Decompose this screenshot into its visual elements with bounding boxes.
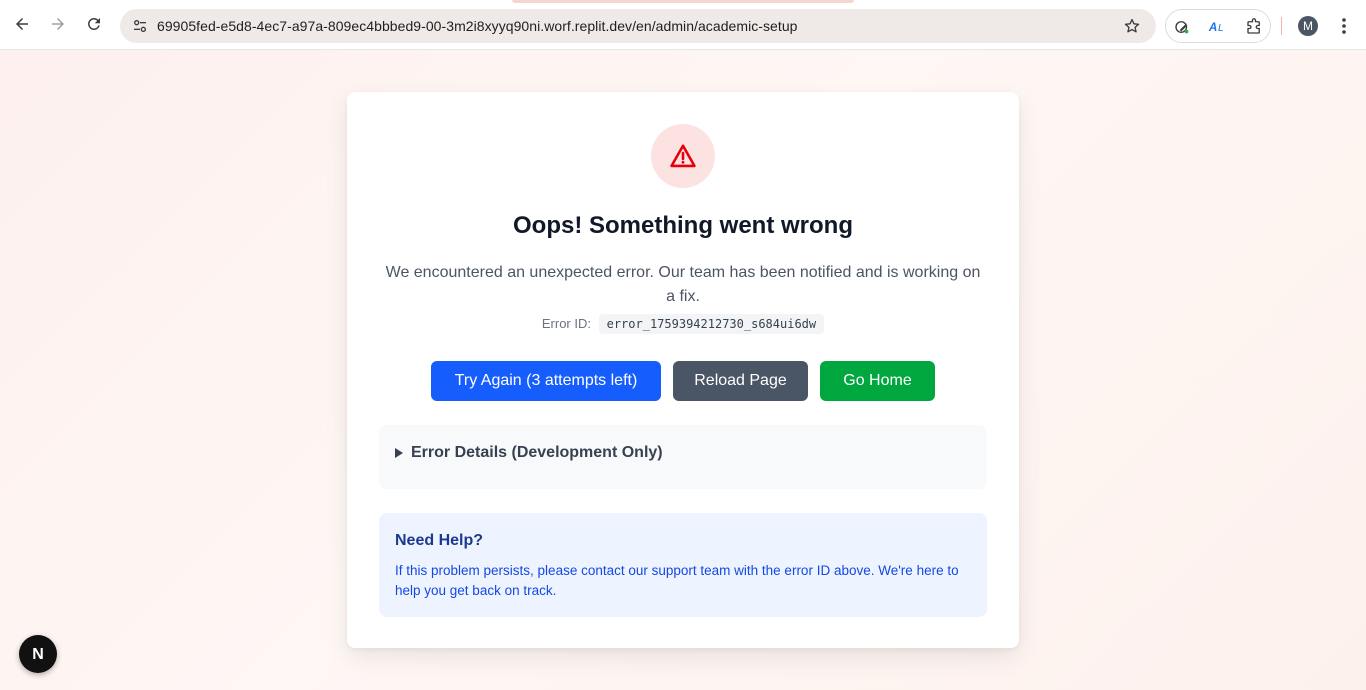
error-description: We encountered an unexpected error. Our … bbox=[385, 264, 981, 305]
disclosure-triangle-icon bbox=[395, 448, 403, 458]
back-arrow-icon bbox=[16, 18, 28, 30]
back-button[interactable] bbox=[10, 12, 34, 36]
error-id-code: error_1759394212730_s684ui6dw bbox=[598, 314, 825, 334]
address-bar[interactable]: 69905fed-e5d8-4ec7-a97a-809ec4bbbed9-00-… bbox=[120, 9, 1156, 43]
svg-text:L: L bbox=[1218, 23, 1224, 34]
error-title: Oops! Something went wrong bbox=[513, 212, 853, 239]
svg-text:A: A bbox=[1208, 21, 1217, 34]
translate-icon: A L bbox=[1208, 21, 1224, 34]
forward-button[interactable] bbox=[46, 12, 70, 36]
help-text: If this problem persists, please contact… bbox=[395, 563, 959, 598]
extensions-menu-button[interactable] bbox=[1242, 15, 1266, 39]
page-background: Oops! Something went wrong We encountere… bbox=[0, 50, 1366, 690]
try-again-button[interactable]: Try Again (3 attempts left) bbox=[431, 361, 661, 401]
extension-button-2[interactable]: A L bbox=[1206, 15, 1230, 39]
error-card: Oops! Something went wrong We encountere… bbox=[347, 92, 1019, 648]
error-details-toggle[interactable]: Error Details (Development Only) bbox=[395, 444, 663, 462]
error-id-row: Error ID: error_1759394212730_s684ui6dw bbox=[347, 314, 1019, 334]
site-info-button[interactable] bbox=[128, 14, 152, 38]
error-details-label: Error Details (Development Only) bbox=[411, 444, 663, 461]
browser-menu-button[interactable] bbox=[1334, 14, 1354, 38]
forward-arrow-icon bbox=[52, 18, 64, 30]
pen-circle-icon bbox=[1175, 21, 1189, 34]
profile-avatar[interactable]: M bbox=[1298, 16, 1318, 36]
reload-browser-button[interactable] bbox=[82, 12, 106, 36]
bookmark-button[interactable] bbox=[1120, 14, 1144, 38]
browser-toolbar: 69905fed-e5d8-4ec7-a97a-809ec4bbbed9-00-… bbox=[0, 0, 1366, 50]
puzzle-icon bbox=[1247, 18, 1260, 34]
tab-accent bbox=[512, 0, 854, 3]
url-text[interactable]: 69905fed-e5d8-4ec7-a97a-809ec4bbbed9-00-… bbox=[157, 18, 798, 34]
warning-triangle-icon bbox=[670, 144, 696, 168]
help-heading: Need Help? bbox=[395, 532, 484, 549]
vertical-dots-icon bbox=[1342, 18, 1346, 34]
toolbar-separator bbox=[1281, 17, 1282, 35]
go-home-button[interactable]: Go Home bbox=[820, 361, 935, 401]
n-logo-icon: N bbox=[32, 646, 44, 663]
help-panel: Need Help? If this problem persists, ple… bbox=[379, 513, 987, 617]
reload-icon bbox=[88, 17, 100, 30]
star-icon bbox=[1124, 18, 1140, 33]
error-details-panel: Error Details (Development Only) bbox=[379, 425, 987, 489]
reload-page-button[interactable]: Reload Page bbox=[673, 361, 808, 401]
error-id-label: Error ID: bbox=[541, 316, 591, 331]
warning-badge bbox=[651, 124, 715, 188]
dev-tools-badge[interactable]: N bbox=[19, 635, 57, 673]
extensions-group: A L bbox=[1165, 9, 1271, 43]
extension-button-1[interactable] bbox=[1170, 15, 1194, 39]
tune-icon bbox=[134, 19, 146, 32]
svg-text:N: N bbox=[32, 646, 44, 663]
